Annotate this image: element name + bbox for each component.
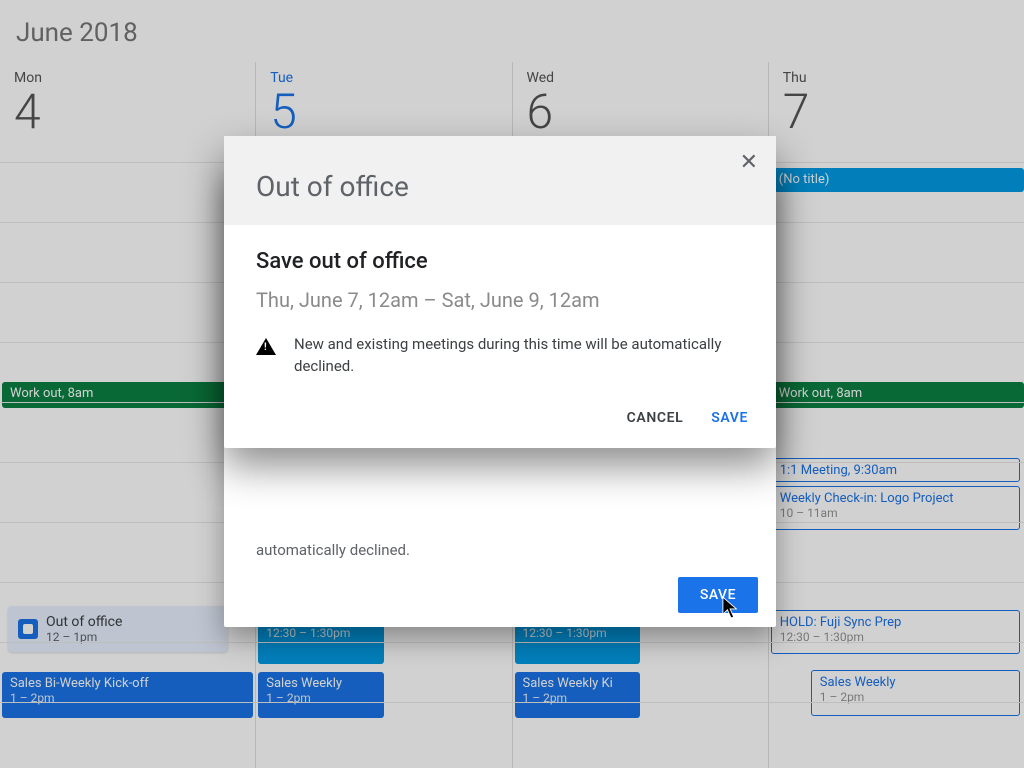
cancel-button[interactable]: CANCEL xyxy=(627,410,684,426)
dialog-warning-text: New and existing meetings during this ti… xyxy=(294,334,744,378)
dialog-title: Save out of office xyxy=(256,249,744,274)
save-button[interactable]: SAVE xyxy=(678,577,758,613)
close-icon[interactable]: ✕ xyxy=(740,150,758,175)
dialog-date-range: Thu, June 7, 12am – Sat, June 9, 12am xyxy=(256,288,744,312)
dialog-supertitle: Out of office xyxy=(256,170,744,203)
warning-icon xyxy=(256,338,276,355)
confirm-save-button[interactable]: SAVE xyxy=(711,410,748,426)
confirm-dialog: Out of office ✕ Save out of office Thu, … xyxy=(224,136,776,448)
